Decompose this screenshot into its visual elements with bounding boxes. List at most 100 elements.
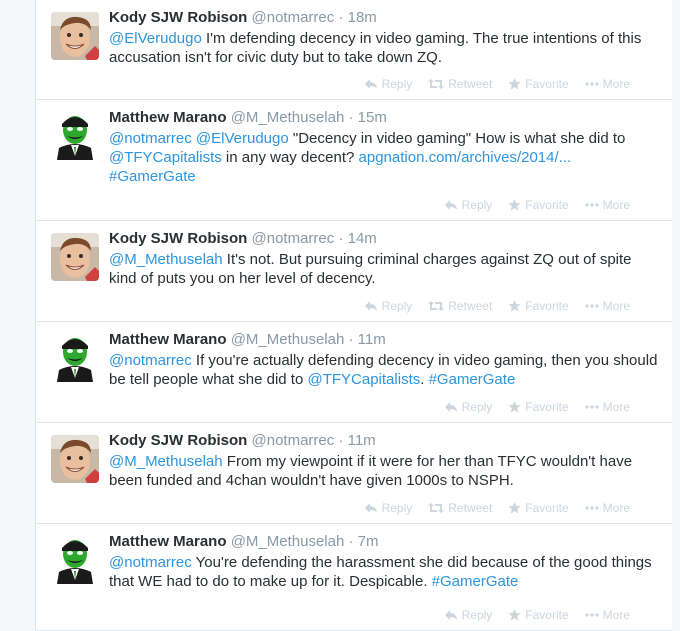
tweet-content: Matthew Marano @M_Methuselah · 15m @notm…	[109, 108, 660, 186]
tweet-timestamp[interactable]: 14m	[348, 230, 377, 247]
more-button[interactable]: More	[585, 608, 630, 622]
reply-button[interactable]: Reply	[444, 198, 493, 212]
favorite-button[interactable]: Favorite	[508, 299, 569, 313]
favorite-button[interactable]: Favorite	[508, 608, 569, 622]
author-fullname[interactable]: Kody SJW Robison	[109, 230, 247, 247]
mention-link[interactable]: @TFYCapitalists	[109, 149, 222, 166]
author-fullname[interactable]: Matthew Marano	[109, 533, 227, 550]
retweet-button[interactable]: Retweet	[428, 77, 492, 91]
author-username[interactable]: @notmarrec	[252, 432, 335, 449]
green-masked-figure-avatar[interactable]	[51, 334, 99, 382]
author-fullname[interactable]: Matthew Marano	[109, 331, 227, 348]
favorite-button[interactable]: Favorite	[508, 400, 569, 414]
tweet[interactable]: Kody SJW Robison @notmarrec · 14m @M_Met…	[36, 221, 672, 322]
tweet-text: @M_Methuselah It's not. But pursuing cri…	[109, 250, 660, 288]
favorite-label: Favorite	[525, 77, 569, 91]
tweet-actions: Reply Favorite More	[444, 400, 630, 414]
reply-button[interactable]: Reply	[364, 501, 413, 515]
more-label: More	[602, 198, 630, 212]
separator-dot: ·	[338, 9, 344, 26]
mention-link[interactable]: @M_Methuselah	[109, 453, 223, 470]
more-button[interactable]: More	[585, 400, 630, 414]
more-label: More	[602, 299, 630, 313]
more-button[interactable]: More	[585, 501, 630, 515]
reply-button[interactable]: Reply	[444, 608, 493, 622]
mention-link[interactable]: @M_Methuselah	[109, 251, 223, 268]
reply-label: Reply	[381, 77, 413, 91]
mention-link[interactable]: @ElVerudugo	[109, 30, 202, 47]
tweet-timeline: Kody SJW Robison @notmarrec · 18m @ElVer…	[35, 0, 673, 631]
favorite-button[interactable]: Favorite	[508, 77, 569, 91]
author-fullname[interactable]: Kody SJW Robison	[109, 9, 247, 26]
favorite-button[interactable]: Favorite	[508, 501, 569, 515]
tweet-timestamp[interactable]: 18m	[348, 9, 377, 26]
smiling-man-avatar[interactable]	[51, 435, 99, 483]
more-dots-icon	[585, 405, 599, 409]
tweet[interactable]: Kody SJW Robison @notmarrec · 11m @M_Met…	[36, 423, 672, 524]
more-dots-icon	[585, 613, 599, 617]
separator-dot: ·	[348, 331, 354, 348]
more-label: More	[602, 501, 630, 515]
more-button[interactable]: More	[585, 299, 630, 313]
mention-link[interactable]: @ElVerudugo	[196, 130, 289, 147]
green-masked-figure-avatar[interactable]	[51, 112, 99, 160]
tweet-timestamp[interactable]: 11m	[348, 432, 376, 449]
author-username[interactable]: @notmarrec	[252, 9, 335, 26]
more-button[interactable]: More	[585, 198, 630, 212]
green-masked-figure-avatar[interactable]	[51, 536, 99, 584]
favorite-button[interactable]: Favorite	[508, 198, 569, 212]
more-button[interactable]: More	[585, 77, 630, 91]
tweet-content: Matthew Marano @M_Methuselah · 7m @notma…	[109, 532, 660, 591]
retweet-button[interactable]: Retweet	[428, 501, 492, 515]
author-username[interactable]: @M_Methuselah	[231, 533, 345, 550]
author-username[interactable]: @M_Methuselah	[231, 109, 345, 126]
reply-button[interactable]: Reply	[444, 400, 493, 414]
retweet-icon	[428, 300, 445, 312]
tweet-header: Kody SJW Robison @notmarrec · 18m	[109, 8, 660, 28]
tweet-text: @notmarrec If you're actually defending …	[109, 351, 660, 389]
tweet-timestamp[interactable]: 7m	[358, 533, 379, 550]
reply-icon	[444, 401, 458, 413]
smiling-man-avatar[interactable]	[51, 233, 99, 281]
reply-label: Reply	[461, 608, 493, 622]
reply-button[interactable]: Reply	[364, 299, 412, 313]
reply-icon	[364, 78, 378, 90]
mention-link[interactable]: @notmarrec	[109, 352, 192, 369]
separator-dot: ·	[338, 432, 344, 449]
author-username[interactable]: @M_Methuselah	[231, 331, 345, 348]
tweet-header: Kody SJW Robison @notmarrec · 14m	[109, 229, 660, 249]
tweet-content: Kody SJW Robison @notmarrec · 18m @ElVer…	[109, 8, 660, 67]
hashtag-link[interactable]: #GamerGate	[109, 168, 196, 185]
tweet-actions: Reply Favorite More	[444, 608, 630, 622]
author-fullname[interactable]: Matthew Marano	[109, 109, 227, 126]
tweet-text-span: "Decency in video gaming" How is what sh…	[288, 130, 626, 147]
mention-link[interactable]: @TFYCapitalists	[307, 371, 420, 388]
star-icon	[508, 199, 521, 211]
tweet[interactable]: Matthew Marano @M_Methuselah · 7m @notma…	[36, 524, 672, 631]
separator-dot: ·	[348, 109, 354, 126]
reply-label: Reply	[461, 400, 493, 414]
reply-label: Reply	[461, 198, 493, 212]
hashtag-link[interactable]: #GamerGate	[429, 371, 516, 388]
tweet[interactable]: Kody SJW Robison @notmarrec · 18m @ElVer…	[36, 0, 672, 100]
tweet-timestamp[interactable]: 11m	[358, 331, 386, 348]
tweet-text-span: in any way decent?	[221, 149, 359, 166]
hashtag-link[interactable]: #GamerGate	[432, 573, 519, 590]
favorite-label: Favorite	[525, 608, 569, 622]
page-edge	[672, 0, 680, 631]
tweet-timestamp[interactable]: 15m	[358, 109, 387, 126]
retweet-button[interactable]: Retweet	[428, 299, 492, 313]
smiling-man-avatar[interactable]	[51, 12, 99, 60]
mention-link[interactable]: @notmarrec	[109, 554, 192, 571]
author-fullname[interactable]: Kody SJW Robison	[109, 432, 247, 449]
star-icon	[508, 78, 521, 90]
retweet-label: Retweet	[448, 299, 493, 313]
tweet[interactable]: Matthew Marano @M_Methuselah · 15m @notm…	[36, 100, 672, 221]
url-link[interactable]: apgnation.com/archives/2014/...	[359, 149, 572, 166]
reply-button[interactable]: Reply	[364, 77, 413, 91]
more-label: More	[602, 400, 630, 414]
mention-link[interactable]: @notmarrec	[109, 130, 192, 147]
tweet[interactable]: Matthew Marano @M_Methuselah · 11m @notm…	[36, 322, 672, 423]
reply-label: Reply	[381, 501, 413, 515]
author-username[interactable]: @notmarrec	[252, 230, 335, 247]
